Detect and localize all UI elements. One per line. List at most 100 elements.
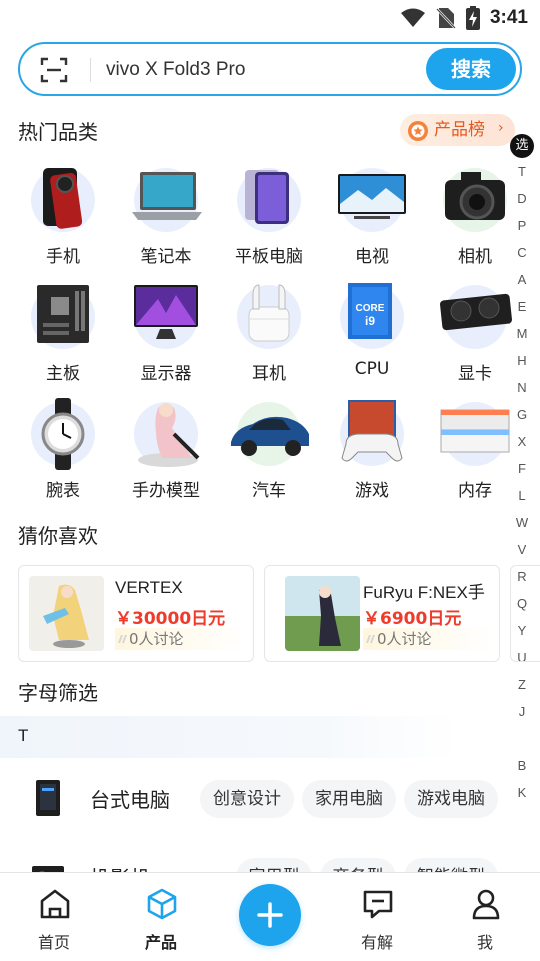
index-letter[interactable]: W <box>510 515 534 530</box>
index-letter[interactable]: C <box>510 245 534 260</box>
figure-icon <box>138 403 200 467</box>
category-label: 内存 <box>458 481 492 501</box>
category-label: 手办模型 <box>132 481 200 501</box>
category-label: 相机 <box>458 247 492 267</box>
letter-filter-title: 字母筛选 <box>18 681 98 705</box>
laptop-icon <box>132 172 202 220</box>
cpu-icon: CORE i9 <box>348 283 392 339</box>
nav-label: 有解 <box>360 933 393 952</box>
category-label: 显卡 <box>458 364 492 384</box>
earbuds-icon <box>248 284 290 342</box>
product-name: VERTEX <box>115 578 183 597</box>
rank-label: 产品榜 <box>434 120 485 140</box>
product-image <box>285 576 360 651</box>
medal-icon <box>408 121 428 141</box>
user-icon <box>472 889 500 920</box>
category-label: 电视 <box>355 247 389 267</box>
hot-categories-title: 热门品类 <box>18 120 98 144</box>
product-name: FuRyu F:NEX手 <box>363 583 485 602</box>
index-letter[interactable]: G <box>510 407 534 422</box>
category-label: CPU <box>354 359 390 379</box>
product-price: ￥6900日元 <box>363 609 462 629</box>
index-letter[interactable]: D <box>510 191 534 206</box>
gpu-icon <box>440 293 512 331</box>
tag-chip[interactable]: 创意设计 <box>200 780 294 818</box>
category-label: 手机 <box>46 247 80 267</box>
discussion-count: 0人讨论 <box>129 630 184 648</box>
add-button[interactable] <box>239 884 301 946</box>
index-letter[interactable]: L <box>510 488 534 503</box>
tv-icon <box>338 174 406 219</box>
index-letter[interactable]: P <box>510 218 534 233</box>
camera-icon <box>445 172 505 220</box>
guess-title: 猜你喜欢 <box>18 524 98 548</box>
category-label: 耳机 <box>252 364 286 384</box>
nav-label: 我 <box>476 933 493 952</box>
product-image <box>29 576 104 651</box>
guess-card-partial[interactable] <box>510 565 540 662</box>
nav-home[interactable]: 首页 <box>14 873 94 961</box>
status-bar: 3:41 <box>0 0 540 36</box>
letter-group-header: T <box>0 716 540 758</box>
nav-answers[interactable]: 有解 <box>337 873 417 961</box>
search-input[interactable]: vivo X Fold3 Pro <box>106 58 245 82</box>
guess-card[interactable]: VERTEX ￥30000日元 0人讨论 <box>18 565 254 662</box>
svg-text:i9: i9 <box>365 314 375 328</box>
desktop-pc-icon <box>36 780 60 816</box>
chevron-right-icon: › <box>498 120 504 136</box>
quote-icon <box>366 635 375 643</box>
phone-icon <box>43 168 83 229</box>
bottom-navigation: 首页 产品 有解 我 <box>0 872 540 960</box>
discussion-count: 0人讨论 <box>377 630 432 648</box>
index-letter[interactable]: E <box>510 299 534 314</box>
index-letter[interactable]: N <box>510 380 534 395</box>
search-button[interactable]: 搜索 <box>426 48 516 90</box>
index-letter[interactable]: M <box>510 326 534 341</box>
category-label: 平板电脑 <box>235 247 303 267</box>
category-row-desktop[interactable]: 台式电脑 创意设计 家用电脑 游戏电脑 <box>0 770 540 830</box>
nav-label: 首页 <box>37 933 70 952</box>
discussion-row: 0人讨论 <box>115 628 245 650</box>
product-price: ￥30000日元 <box>115 609 226 629</box>
tablet-icon <box>245 170 289 224</box>
category-label: 汽车 <box>252 481 286 501</box>
category-label: 主板 <box>46 364 80 384</box>
index-selected[interactable]: 选 <box>510 134 534 158</box>
scan-icon[interactable] <box>40 56 68 84</box>
battery-charging-icon <box>465 6 480 30</box>
category-label: 游戏 <box>355 481 389 501</box>
search-bar[interactable]: vivo X Fold3 Pro 搜索 <box>18 42 522 96</box>
no-sim-icon <box>436 8 456 29</box>
search-divider <box>90 58 91 82</box>
category-label: 笔记本 <box>140 247 192 267</box>
svg-text:CORE: CORE <box>356 303 385 314</box>
row-name: 台式电脑 <box>90 788 170 812</box>
message-icon <box>363 890 393 919</box>
motherboard-icon <box>37 285 89 343</box>
tag-chip[interactable]: 游戏电脑 <box>404 780 498 818</box>
index-letter[interactable]: H <box>510 353 534 368</box>
tag-chip[interactable]: 家用电脑 <box>302 780 396 818</box>
index-letter[interactable]: V <box>510 542 534 557</box>
clock: 3:41 <box>489 7 528 28</box>
index-letter[interactable]: X <box>510 434 534 449</box>
product-rank-button[interactable]: 产品榜 › <box>400 114 515 146</box>
monitor-icon <box>134 285 198 339</box>
quote-icon <box>118 635 127 643</box>
category-label: 显示器 <box>140 364 192 384</box>
cube-icon <box>147 888 177 920</box>
car-icon <box>231 416 309 456</box>
nav-label: 产品 <box>144 933 177 952</box>
nav-me[interactable]: 我 <box>445 873 525 961</box>
plus-icon <box>257 902 283 928</box>
nav-products[interactable]: 产品 <box>121 873 201 961</box>
guess-card[interactable]: FuRyu F:NEX手 ￥6900日元 0人讨论 <box>264 565 500 662</box>
index-letter[interactable]: Z <box>510 677 534 692</box>
game-icon <box>341 400 403 462</box>
wifi-icon <box>400 8 425 27</box>
index-letter[interactable]: A <box>510 272 534 287</box>
index-letter[interactable]: F <box>510 461 534 476</box>
index-letter[interactable]: T <box>510 164 534 179</box>
home-icon <box>40 889 70 919</box>
group-letter: T <box>18 726 29 745</box>
